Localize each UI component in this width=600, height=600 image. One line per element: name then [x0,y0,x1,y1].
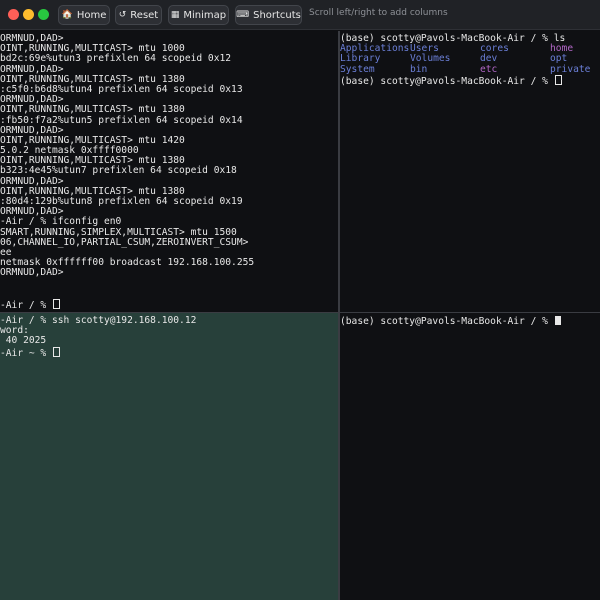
terminal-line-text: -Air / % ssh scotty@192.168.100.12 [0,315,197,326]
reset-button[interactable]: ↺ Reset [115,5,162,25]
zoom-window-button[interactable] [38,9,49,20]
minimize-window-button[interactable] [23,9,34,20]
prompt-text: (base) scotty@Pavols-MacBook-Air / % [340,75,554,87]
terminal-line-text: -Air ~ % [0,347,52,359]
terminal-pane-top-left[interactable]: ORMNUD,DAD> OINT,RUNNING,MULTICAST> mtu 1… [0,31,338,312]
terminal-cursor [52,298,60,309]
ls-entry: bin [410,63,428,75]
terminal-cursor [554,316,561,325]
minimap-button-label: Minimap [183,9,227,21]
shortcuts-button[interactable]: ⌨ Shortcuts [235,5,302,25]
terminal-cursor [554,74,562,85]
terminal-pane-bottom-left[interactable]: -Air / % ssh scotty@192.168.100.12 word: … [0,313,338,600]
terminal-line: 40 2025 [0,336,338,346]
terminal-line-text: 40 2025 [0,335,47,347]
terminal-line: word: [0,326,338,336]
pane-divider-horizontal[interactable] [0,312,600,313]
terminal-cursor [52,346,60,357]
terminal-line: 06,CHANNEL_IO,PARTIAL_CSUM,ZEROINVERT_CS… [0,236,338,248]
terminal-line: (base) scotty@Pavols-MacBook-Air / % [340,316,600,327]
home-button[interactable]: 🏠 Home [58,5,110,25]
keyboard-icon: ⌨ [236,10,250,20]
terminal-pane-bottom-right[interactable]: (base) scotty@Pavols-MacBook-Air / % [340,313,600,600]
terminal-line: -Air / % [0,298,338,311]
ls-entry: private [550,63,591,75]
ls-output: Applications Users cores home Library Volumes… [340,43,600,75]
terminal-line: (base) scotty@Pavols-MacBook-Air / % [340,74,600,87]
terminal-line: -Air ~ % [0,346,338,359]
house-icon: 🏠 [61,10,73,20]
scroll-hint: Scroll left/right to add columns [309,8,448,18]
terminal-pane-top-right[interactable]: (base) scotty@Pavols-MacBook-Air / % ls … [340,31,600,312]
title-bar: 🏠 Home ↺ Reset ▦ Minimap ⌨ Shortcuts Scr… [0,0,600,30]
ls-entry: System [340,63,375,75]
shortcuts-button-label: Shortcuts [253,9,301,21]
minimap-button[interactable]: ▦ Minimap [168,5,229,25]
pane-divider-vertical[interactable] [338,31,340,600]
reset-button-label: Reset [130,9,159,21]
ls-entry: etc [480,63,498,75]
close-window-button[interactable] [8,9,19,20]
home-button-label: Home [76,9,107,21]
reset-icon: ↺ [118,10,127,20]
terminal-line-text: -Air / % [0,299,52,311]
minimap-icon: ▦ [170,10,180,20]
terminal-line-text: 06,CHANNEL_IO,PARTIAL_CSUM,ZEROINVERT_CS… [0,236,249,248]
prompt-text: (base) scotty@Pavols-MacBook-Air / % [340,316,554,327]
terminal-line: -Air / % ssh scotty@192.168.100.12 [0,315,338,326]
terminal-line: ORMNUD,DAD> [0,268,338,278]
terminal-line-text: ORMNUD,DAD> [0,267,64,279]
